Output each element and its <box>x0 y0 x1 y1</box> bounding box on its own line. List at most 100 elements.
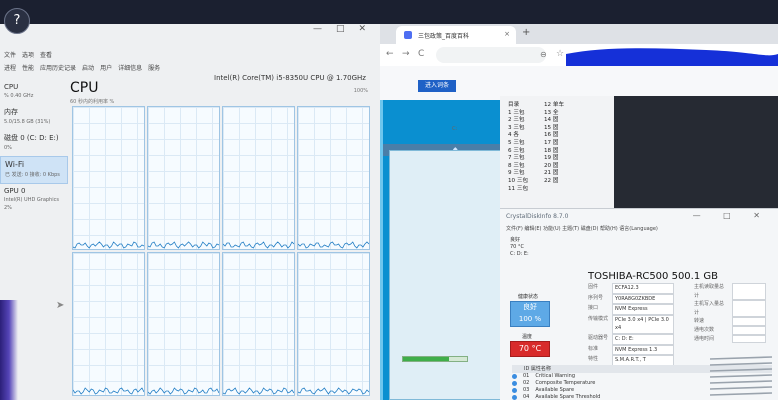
toc-item[interactable]: 21 固 <box>544 170 564 178</box>
browser-tab-bar: 三包政策_百度百科 × + <box>380 24 778 44</box>
new-tab-button[interactable]: + <box>522 27 530 38</box>
info-value: PCIe 3.0 x4 | PCIe 3.0 x4 <box>612 314 674 334</box>
cpu-core-graph <box>297 106 370 250</box>
toc-item[interactable]: 14 固 <box>544 117 564 125</box>
toc-column-b: 12 单车 13 全 14 固 15 固 16 固 17 固 18 固 19 固 20 固 21 … <box>544 102 564 186</box>
attr-id: 03 <box>523 387 530 393</box>
minimize-button[interactable]: — <box>313 24 322 38</box>
tab-performance[interactable]: 性能 <box>22 63 34 72</box>
attr-id: 01 <box>523 373 530 379</box>
toc-item[interactable]: 目录 <box>508 102 528 110</box>
toc-item[interactable]: 16 固 <box>544 132 564 140</box>
table-row[interactable]: 03 Available Spare <box>512 387 600 394</box>
mini-drives: C: D: E: <box>510 251 529 257</box>
info-value <box>732 317 766 326</box>
attr-id: 02 <box>523 380 530 386</box>
attr-name: Critical Warning <box>535 373 576 379</box>
cpu-core-graph <box>222 106 295 250</box>
mouse-cursor-icon: ➤ <box>56 300 65 311</box>
sidebar-item-disk[interactable]: 磁盘 0 (C: D: E:) 0% <box>0 130 68 156</box>
cpu-core-graph <box>147 252 220 396</box>
browser-tab[interactable]: 三包政策_百度百科 × <box>396 26 516 44</box>
reload-button[interactable]: C <box>418 49 424 59</box>
cdi-menu-bar[interactable]: 文件(F) 编辑(E) 功能(U) 主题(T) 磁盘(D) 帮助(H) 语言(L… <box>506 225 658 232</box>
back-button[interactable]: ← <box>386 49 394 59</box>
info-value <box>732 334 766 344</box>
toc-item[interactable]: 19 固 <box>544 155 564 163</box>
sidebar-item-cpu[interactable]: CPU % 0.40 GHz <box>0 80 68 104</box>
baidu-favicon-icon <box>404 31 412 39</box>
cdi-window-buttons[interactable]: — □ ✕ <box>693 211 770 220</box>
menu-view[interactable]: 查看 <box>40 50 52 59</box>
tm-tabs: 进程 性能 应用历史记录 启动 用户 详细信息 服务 <box>0 63 380 72</box>
menu-options[interactable]: 选项 <box>22 50 34 59</box>
table-row[interactable]: 04 Available Spare Threshold <box>512 394 600 400</box>
info-row: 主机写入量总计 <box>694 300 766 318</box>
attr-id: 04 <box>523 394 530 400</box>
toc-item[interactable]: 11 三包 <box>508 186 528 194</box>
info-row: 固件 ECFA12.3 <box>588 283 674 294</box>
address-input[interactable] <box>436 47 546 63</box>
info-value: NVM Express 1.3 <box>612 344 674 356</box>
tab-startup[interactable]: 启动 <box>82 63 94 72</box>
crystaldiskinfo-window: CrystalDiskInfo 8.7.0 — □ ✕ 文件(F) 编辑(E) … <box>500 208 778 400</box>
toc-item[interactable]: 12 单车 <box>544 102 564 110</box>
cpu-core-graph <box>297 252 370 396</box>
task-manager-window: — □ ✕ 文件 选项 查看 进程 性能 应用历史记录 启动 用户 详细信息 服… <box>0 24 380 400</box>
toc-column-a: 目录 1 三包 2 三包 3 三包 4 各5 三包 6 三包 7 三包 8 三包 9 三包 10 … <box>508 102 528 193</box>
forward-button[interactable]: → <box>402 49 410 59</box>
toc-item[interactable]: 9 三包 <box>508 170 528 178</box>
desktop-top-band <box>0 0 778 24</box>
health-word: 良好 <box>523 303 537 311</box>
bookmark-star-icon[interactable]: ☆ <box>556 49 564 59</box>
dark-background-area <box>614 96 778 208</box>
toc-item[interactable]: 17 固 <box>544 140 564 148</box>
toc-item[interactable]: 22 固 <box>544 178 564 186</box>
sidebar-item-label: GPU 0 <box>4 187 26 195</box>
temperature-label: 温度 <box>522 334 533 340</box>
info-label: 标准 <box>588 345 599 352</box>
cpu-model: Intel(R) Core(TM) i5-8350U CPU @ 1.70GHz <box>214 74 366 82</box>
sidebar-item-gpu[interactable]: GPU 0 Intel(R) UHD Graphics 2% <box>0 184 68 216</box>
status-dot-icon <box>512 388 517 393</box>
table-row[interactable]: 02 Composite Temperature <box>512 380 600 387</box>
close-button[interactable]: ✕ <box>358 24 366 38</box>
toc-item[interactable]: 4 各 <box>508 132 528 140</box>
info-row: 传输模式 PCIe 3.0 x4 | PCIe 3.0 x4 <box>588 314 674 334</box>
tab-title: 三包政策_百度百科 <box>418 33 470 40</box>
sidebar-item-memory[interactable]: 内存 5.0/15.8 GB (31%) <box>0 104 68 130</box>
menu-file[interactable]: 文件 <box>4 50 16 59</box>
info-value: ECFA12.3 <box>612 283 674 294</box>
cdi-drive-selector[interactable]: 良好 70 °C C: D: E: <box>510 237 529 258</box>
info-label: 主机读取量总计 <box>694 284 725 299</box>
toc-item[interactable]: 2 三包 <box>508 117 528 125</box>
health-label: 健康状态 <box>518 294 539 300</box>
screen-edge-glare <box>0 300 18 400</box>
dialog-drive-label: C: <box>452 126 458 132</box>
tab-close-button[interactable]: × <box>504 30 510 38</box>
tab-details[interactable]: 详细信息 <box>118 63 142 72</box>
sidebar-item-wifi[interactable]: Wi-Fi 已 发送: 0 接收: 0 Kbps <box>0 156 68 184</box>
maximize-button[interactable]: □ <box>336 24 345 38</box>
info-value <box>732 283 766 301</box>
sidebar-item-detail: Intel(R) UHD Graphics <box>4 197 59 203</box>
info-label: 主机写入量总计 <box>694 301 725 316</box>
toc-item[interactable]: 10 三包 <box>508 178 528 186</box>
cpu-panel: CPU Intel(R) Core(TM) i5-8350U CPU @ 1.7… <box>70 74 380 400</box>
tab-app-history[interactable]: 应用历史记录 <box>40 63 76 72</box>
enter-entry-button[interactable]: 进入词条 <box>418 80 456 92</box>
toc-item[interactable]: 7 三包 <box>508 155 528 163</box>
browser-window: 三包政策_百度百科 × + ← → C ⊖ ☆ 进入词条 <box>380 24 778 100</box>
sidebar-item-label: 内存 <box>4 108 18 116</box>
cpu-graph-max: 100% <box>353 88 368 94</box>
toc-item[interactable]: 5 三包 <box>508 140 528 148</box>
info-row: 通电次数 <box>694 325 766 335</box>
tab-services[interactable]: 服务 <box>148 63 160 72</box>
tab-processes[interactable]: 进程 <box>4 63 16 72</box>
info-label: 接口 <box>588 305 599 312</box>
help-button[interactable]: ? <box>4 8 30 34</box>
tab-users[interactable]: 用户 <box>100 63 112 72</box>
info-row: 接口 NVM Express <box>588 304 674 315</box>
zoom-icon[interactable]: ⊖ <box>540 50 547 59</box>
table-row[interactable]: 01 Critical Warning <box>512 373 600 380</box>
